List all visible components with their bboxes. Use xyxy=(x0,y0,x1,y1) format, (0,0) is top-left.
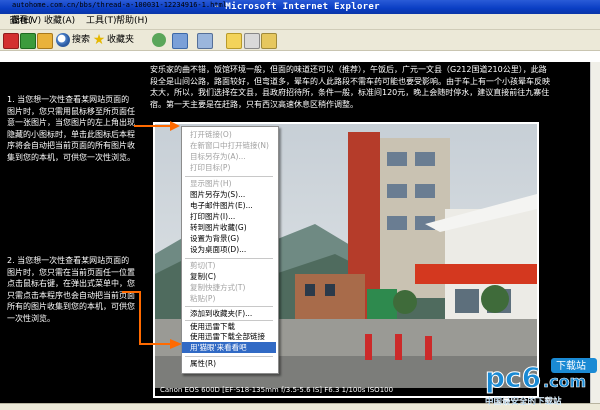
menu-separator xyxy=(185,258,273,259)
stop-icon[interactable] xyxy=(3,33,19,49)
instruction-note-1: 1. 当您想一次性查看某网站页面的图片时，您只需用鼠标移至所页面任意一张图片，当… xyxy=(7,95,135,162)
menu-item-email-picture[interactable]: 电子邮件图片(E)... xyxy=(190,200,253,211)
menu-item-xunlei-all[interactable]: 使用迅雷下载全部链接 xyxy=(190,331,265,342)
menu-item-properties[interactable]: 属性(R) xyxy=(190,358,216,369)
menu-favorites[interactable]: 收藏(A) xyxy=(44,14,75,29)
menu-item-show-picture[interactable]: 显示图片(H) xyxy=(190,178,232,189)
instruction-note-2: 2. 当您想一次性查看某网站页面的图片时，您只需在当前页面任一位置点击鼠标右键，… xyxy=(7,256,135,323)
menu-item-paste[interactable]: 粘贴(P) xyxy=(190,293,215,304)
address-url[interactable]: autohome.com.cn/bbs/thread-a-100031-1223… xyxy=(12,0,227,11)
media-icon[interactable] xyxy=(152,33,166,47)
photo-exif-caption: Canon EOS 600D [EF-S18-135mm f/3.5-5.6 I… xyxy=(160,386,394,394)
menu-item-goto-pictures[interactable]: 转到图片收藏(G) xyxy=(190,222,247,233)
favorites-star-icon[interactable]: ★ xyxy=(92,33,106,47)
menu-item-set-desktop[interactable]: 设为桌面项(D)... xyxy=(190,244,246,255)
instruction-panel: 1. 当您想一次性查看某网站页面的图片时，您只需用鼠标移至所页面任意一张图片，当… xyxy=(0,62,144,403)
menu-item-open-new-window[interactable]: 在新窗口中打开链接(N) xyxy=(190,140,269,151)
tool-icon[interactable] xyxy=(261,33,277,49)
mail-icon[interactable] xyxy=(172,33,188,49)
folder-icon[interactable] xyxy=(226,33,242,49)
scrollbar[interactable] xyxy=(590,62,600,403)
print-icon[interactable] xyxy=(197,33,213,49)
search-button-label[interactable]: 搜索 xyxy=(72,30,90,50)
menu-item-copy-shortcut[interactable]: 复制快捷方式(T) xyxy=(190,282,245,293)
menu-view[interactable]: 查看(V) xyxy=(10,14,41,29)
menu-item-add-to-favorites[interactable]: 添加到收藏夹(F)... xyxy=(190,308,252,319)
menu-separator xyxy=(185,306,273,307)
svg-text:pc6: pc6 xyxy=(485,361,541,394)
menu-item-save-target[interactable]: 目标另存为(A)... xyxy=(190,151,246,162)
menu-item-copy[interactable]: 复制(C) xyxy=(190,271,216,282)
svg-text:下载站: 下载站 xyxy=(556,359,586,372)
favorites-button-label[interactable]: 收藏夹 xyxy=(107,30,134,50)
search-icon[interactable] xyxy=(56,33,70,47)
toolbar: 搜索 ★ 收藏夹 xyxy=(0,30,600,51)
menu-item-print-target[interactable]: 打印目标(P) xyxy=(190,162,230,173)
menu-separator xyxy=(185,356,273,357)
menu-crop xyxy=(0,14,10,29)
menu-item-print-picture[interactable]: 打印图片(I)... xyxy=(190,211,235,222)
refresh-icon[interactable] xyxy=(20,33,36,49)
arrow-2 xyxy=(122,291,182,349)
menu-help[interactable]: 帮助(H) xyxy=(116,14,148,29)
menu-item-maoyan[interactable]: 用'猫眼'来看看吧 xyxy=(190,342,247,353)
menu-bar: 编辑(E) 查看(V) 收藏(A) 工具(T) 帮助(H) xyxy=(0,14,600,30)
arrow-1 xyxy=(134,121,180,131)
pc6-watermark-logo: pc6 .com 下载站 中国最安全的下载站 xyxy=(485,358,597,407)
menu-separator xyxy=(185,176,273,177)
menu-item-save-picture[interactable]: 图片另存为(S)... xyxy=(190,189,245,200)
svg-text:.com: .com xyxy=(543,372,586,391)
menu-tools[interactable]: 工具(T) xyxy=(86,14,117,29)
menu-item-set-background[interactable]: 设置为背景(G) xyxy=(190,233,239,244)
home-icon[interactable] xyxy=(37,33,53,49)
window-title: - Microsoft Internet Explorer xyxy=(214,2,380,12)
document-icon[interactable] xyxy=(244,33,260,49)
menu-item-cut[interactable]: 剪切(T) xyxy=(190,260,215,271)
svg-text:中国最安全的下载站: 中国最安全的下载站 xyxy=(485,396,562,407)
menu-item-open-link[interactable]: 打开链接(O) xyxy=(190,129,232,140)
article-text: 安乐家的曲不错，饭馆环境一般，但面的味道还可以（推荐），午饭后，广元一文县（G2… xyxy=(150,65,550,109)
